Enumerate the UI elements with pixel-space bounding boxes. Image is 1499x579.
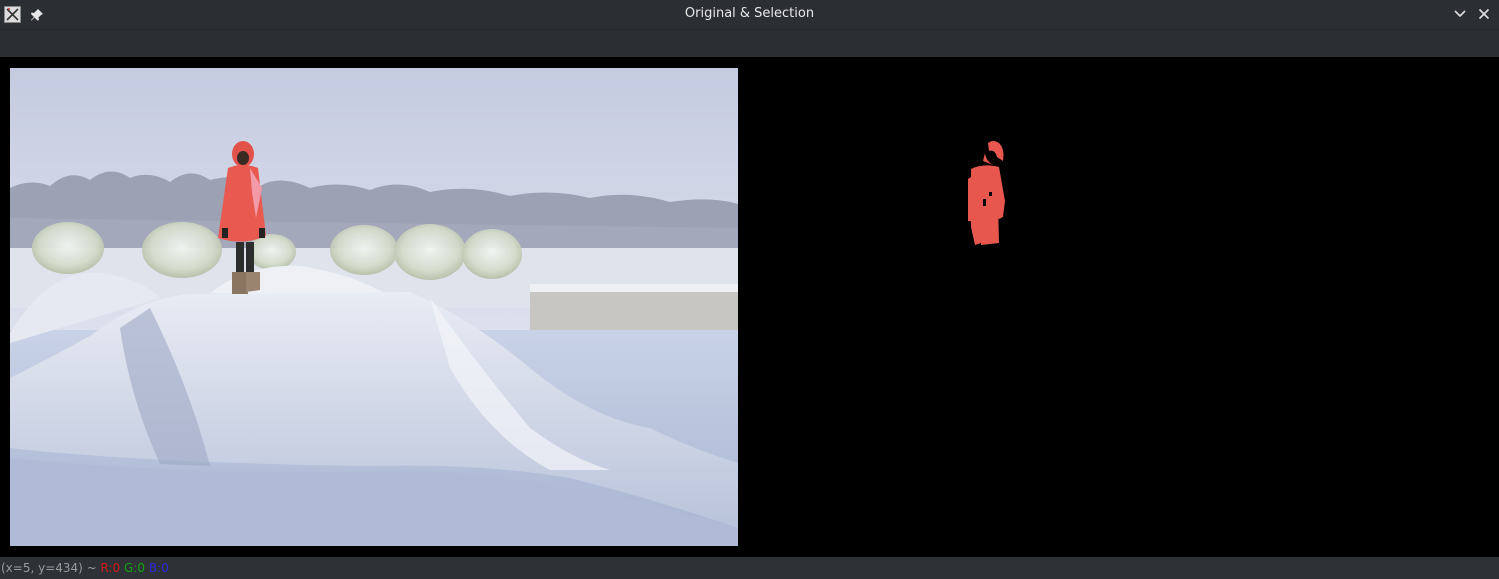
selection-mask-panel[interactable] [749,57,1499,557]
cursor-coordinates: (x=5, y=434) ~ [1,561,101,575]
window-title: Original & Selection [684,6,815,21]
title-bar: Original & Selection [0,0,1499,30]
status-bar: (x=5, y=434) ~ R:0 G:0 B:0 [0,557,1499,579]
app-window: Original & Selection (x=5, y=434) ~ R:0 … [0,0,1499,579]
selection-mask [968,141,1005,245]
original-photo[interactable] [10,68,738,546]
blue-value: B:0 [148,561,169,575]
close-icon[interactable] [1476,6,1492,22]
red-value: R:0 [100,561,121,575]
toolbar [0,30,1499,57]
chevron-down-icon[interactable] [1452,6,1468,22]
green-value: G:0 [124,561,145,575]
original-image-panel[interactable] [0,57,749,557]
